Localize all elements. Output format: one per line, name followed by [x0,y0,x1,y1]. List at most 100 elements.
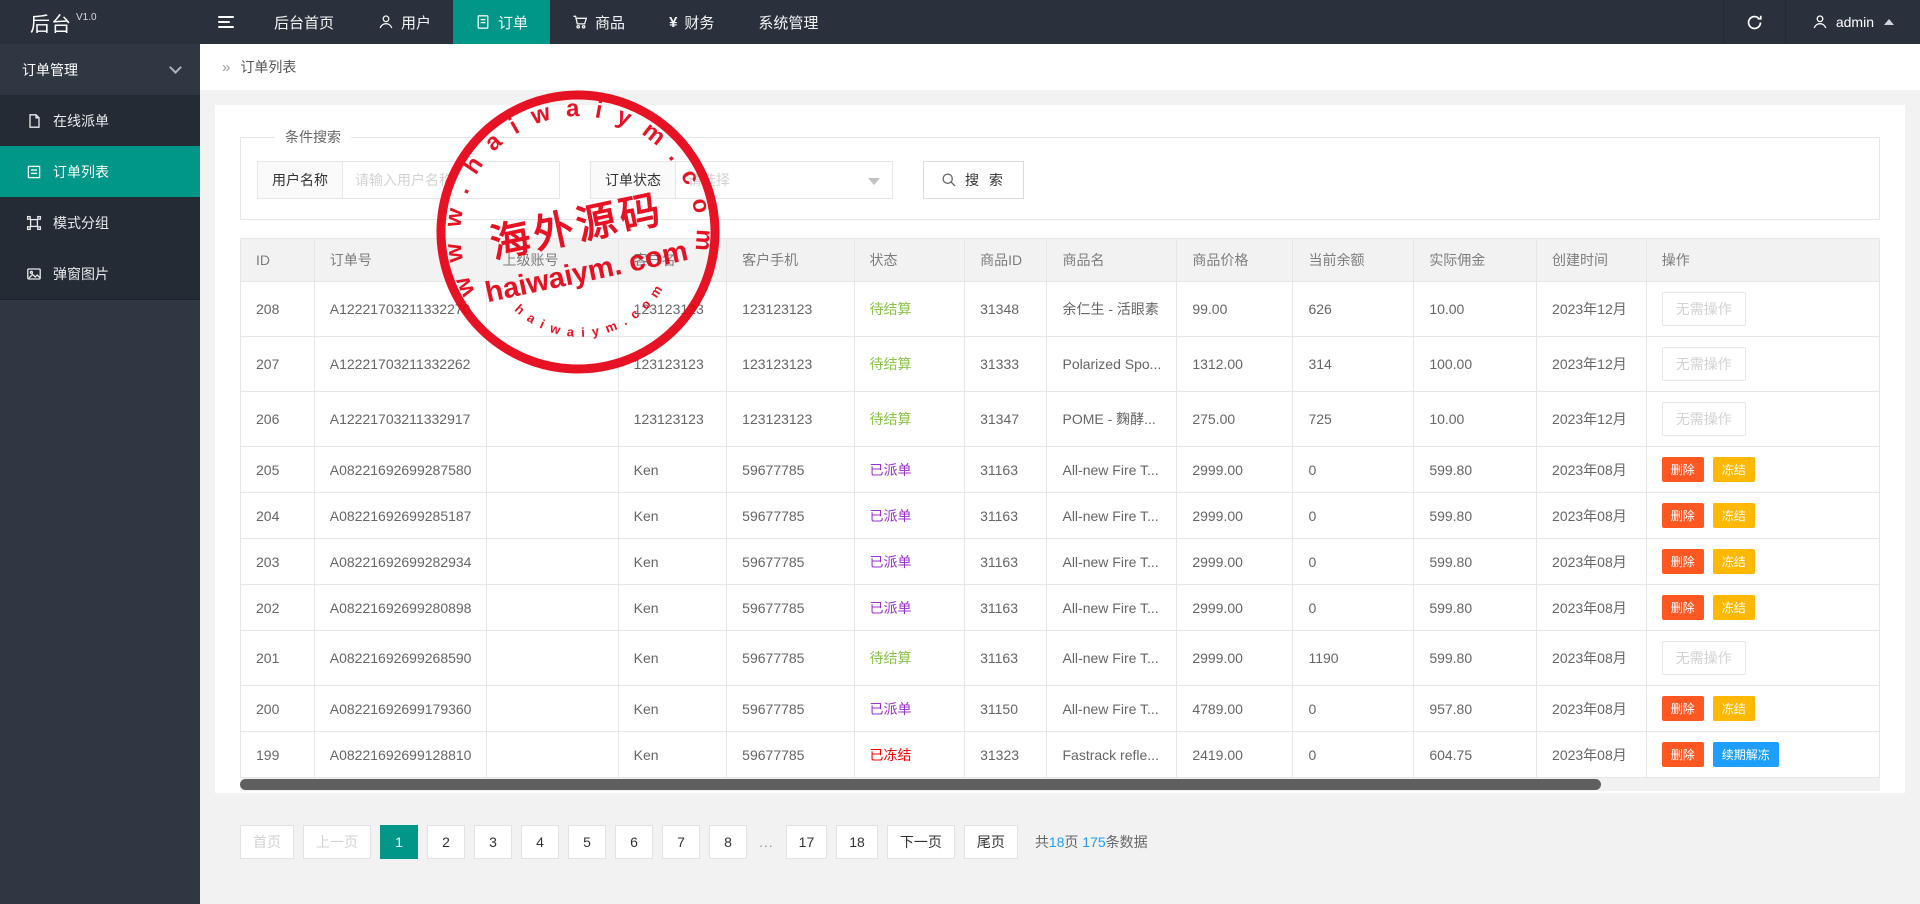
cell-customer_phone: 59677785 [727,447,854,493]
group-icon [26,215,42,231]
pagination-last[interactable]: 尾页 [964,825,1018,859]
cell-order_no: A08221692699285187 [314,493,487,539]
username-input[interactable] [342,161,560,199]
sidebar-items: 在线派单订单列表模式分组弹窗图片 [0,95,200,300]
nav-item-system[interactable]: 系统管理 [736,0,840,44]
pagination-page-4[interactable]: 4 [521,825,559,859]
cell-order_no: A08221692699128810 [314,732,487,778]
cell-created: 2023年12月 [1537,392,1647,447]
sidebar-item-label: 在线派单 [53,111,109,131]
no-action-button: 无需操作 [1662,292,1746,326]
nav-item-products[interactable]: 商品 [550,0,647,44]
pagination-page-6[interactable]: 6 [615,825,653,859]
cell-status: 已派单 [854,585,965,631]
freeze-button[interactable]: 冻结 [1713,595,1755,620]
cell-status: 待结算 [854,392,965,447]
nav-item-orders[interactable]: 订单 [453,0,550,44]
nav-item-home[interactable]: 后台首页 [252,0,356,44]
sidebar-item-popup-image[interactable]: 弹窗图片 [0,248,200,299]
cell-parent_account [487,337,618,392]
unfreeze-button[interactable]: 续期解冻 [1713,742,1779,767]
pagination-page-1[interactable]: 1 [380,825,418,859]
pagination-ellipsis: ... [756,834,777,850]
cell-product_id: 31323 [965,732,1047,778]
sidebar-item-online-dispatch[interactable]: 在线派单 [0,95,200,146]
delete-button[interactable]: 删除 [1662,549,1704,574]
cell-order_no: A08221692699287580 [314,447,487,493]
sidebar-group-order-management[interactable]: 订单管理 [0,44,200,95]
cell-price: 2419.00 [1177,732,1293,778]
status-label: 订单状态 [590,161,676,199]
nav-item-label: 商品 [595,12,625,33]
cell-customer_name: Ken [618,686,727,732]
cell-id: 206 [241,392,315,447]
username-field-group: 用户名称 [257,161,560,199]
pagination-summary: 共18页 175条数据 [1035,832,1148,852]
user-menu[interactable]: admin [1785,0,1920,44]
cell-customer_phone: 59677785 [727,631,854,686]
cell-product_id: 31163 [965,447,1047,493]
pagination-page-2[interactable]: 2 [427,825,465,859]
cell-actions: 删除冻结 [1646,539,1879,585]
cell-status: 已冻结 [854,732,965,778]
horizontal-scrollbar-thumb[interactable] [240,779,1601,790]
nav-item-label: 用户 [401,12,431,33]
cell-customer_phone: 123123123 [727,392,854,447]
table-row: 200A08221692699179360Ken59677785已派单31150… [241,686,1880,732]
cell-price: 2999.00 [1177,447,1293,493]
nav-menu: 后台首页 用户 订单 商品 ¥财务系统管理 [252,0,840,44]
cell-actions: 无需操作 [1646,337,1879,392]
freeze-button[interactable]: 冻结 [1713,503,1755,528]
cell-customer_name: Ken [618,539,727,585]
no-action-button: 无需操作 [1662,641,1746,675]
summary-total_records: 175 [1082,834,1105,850]
horizontal-scrollbar[interactable] [240,778,1880,791]
pagination-page-18[interactable]: 18 [836,825,878,859]
delete-button[interactable]: 删除 [1662,696,1704,721]
summary-suffix: 条数据 [1106,834,1148,850]
pagination-page-3[interactable]: 3 [474,825,512,859]
delete-button[interactable]: 删除 [1662,595,1704,620]
nav-item-users[interactable]: 用户 [356,0,453,44]
cell-actions: 无需操作 [1646,631,1879,686]
app-version: V1.0 [76,12,97,23]
user-icon [1812,14,1828,30]
sidebar-group-label: 订单管理 [22,60,78,80]
summary-total_pages: 18 [1049,834,1065,850]
pagination-next[interactable]: 下一页 [887,825,955,859]
cell-commission: 604.75 [1414,732,1537,778]
cell-parent_account [487,732,618,778]
delete-button[interactable]: 删除 [1662,503,1704,528]
cart-icon [572,14,588,30]
cell-customer_name: Ken [618,585,727,631]
sidebar-item-order-list[interactable]: 订单列表 [0,146,200,197]
search-fieldset: 条件搜索 用户名称 订单状态 请选择 搜 索 [240,127,1880,220]
cell-order_no: A08221692699179360 [314,686,487,732]
cell-parent_account [487,447,618,493]
cell-price: 2999.00 [1177,585,1293,631]
search-button[interactable]: 搜 索 [923,161,1024,199]
cell-created: 2023年08月 [1537,539,1647,585]
cell-product_id: 31163 [965,585,1047,631]
sidebar-item-mode-group[interactable]: 模式分组 [0,197,200,248]
refresh-button[interactable] [1723,0,1785,44]
status-badge: 已派单 [870,554,912,570]
hamburger-icon[interactable] [200,0,252,44]
delete-button[interactable]: 删除 [1662,457,1704,482]
cell-product_name: Fastrack refle... [1047,732,1177,778]
nav-item-finance[interactable]: ¥财务 [647,0,736,44]
freeze-button[interactable]: 冻结 [1713,457,1755,482]
freeze-button[interactable]: 冻结 [1713,696,1755,721]
pagination-page-5[interactable]: 5 [568,825,606,859]
cell-created: 2023年08月 [1537,631,1647,686]
pagination-page-7[interactable]: 7 [662,825,700,859]
cell-customer_name: 123123123 [618,337,727,392]
yen-icon: ¥ [669,14,677,31]
delete-button[interactable]: 删除 [1662,742,1704,767]
pagination-page-17[interactable]: 17 [786,825,828,859]
cell-price: 1312.00 [1177,337,1293,392]
cell-order_no: A08221692699268590 [314,631,487,686]
freeze-button[interactable]: 冻结 [1713,549,1755,574]
status-select[interactable]: 请选择 [675,161,893,199]
pagination-page-8[interactable]: 8 [709,825,747,859]
